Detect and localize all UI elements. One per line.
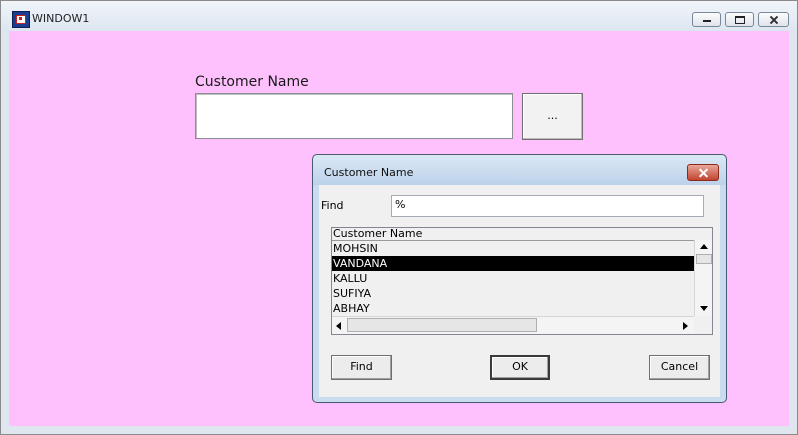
- customer-name-dialog: Customer Name Find % Customer Name MOHSI…: [312, 154, 727, 403]
- window-titlebar[interactable]: WINDOW1: [1, 1, 797, 31]
- dialog-body: Find % Customer Name MOHSIN VANDANA KALL…: [319, 185, 720, 397]
- list-item[interactable]: MOHSIN: [332, 241, 694, 256]
- list-column-header[interactable]: Customer Name: [332, 228, 695, 241]
- maximize-button[interactable]: [725, 12, 754, 27]
- list-item[interactable]: KALLU: [332, 271, 694, 286]
- cancel-button[interactable]: Cancel: [649, 355, 710, 380]
- horizontal-scroll-thumb[interactable]: [347, 318, 537, 332]
- find-input[interactable]: %: [391, 195, 704, 217]
- scrollbar-corner: [694, 316, 711, 333]
- dialog-close-button[interactable]: [687, 164, 719, 181]
- app-icon: [12, 11, 30, 28]
- window-title: WINDOW1: [32, 12, 90, 25]
- find-label: Find: [321, 199, 344, 212]
- ok-button[interactable]: OK: [490, 355, 550, 380]
- list-item[interactable]: SUFIYA: [332, 286, 694, 301]
- main-window: WINDOW1 Customer Name ... Customer Name …: [0, 0, 798, 435]
- horizontal-scrollbar[interactable]: [332, 316, 694, 334]
- list-rows: MOHSIN VANDANA KALLU SUFIYA ABHAY: [332, 241, 694, 316]
- dialog-title: Customer Name: [324, 166, 414, 179]
- scroll-up-arrow-icon[interactable]: [700, 244, 708, 249]
- scroll-right-arrow-icon[interactable]: [683, 322, 688, 330]
- customer-name-input[interactable]: [195, 93, 513, 139]
- scroll-down-arrow-icon[interactable]: [700, 306, 708, 311]
- minimize-button[interactable]: [692, 12, 721, 27]
- close-button[interactable]: [758, 12, 789, 27]
- list-item[interactable]: ABHAY: [332, 301, 694, 316]
- find-button[interactable]: Find: [331, 355, 392, 380]
- customer-name-label: Customer Name: [195, 74, 309, 90]
- customer-lookup-button[interactable]: ...: [522, 93, 583, 140]
- list-item-selected[interactable]: VANDANA: [332, 256, 694, 271]
- vertical-scroll-thumb[interactable]: [696, 254, 712, 264]
- vertical-scrollbar[interactable]: [694, 240, 712, 316]
- customer-list[interactable]: Customer Name MOHSIN VANDANA KALLU SUFIY…: [331, 227, 713, 335]
- dialog-titlebar[interactable]: Customer Name: [313, 155, 726, 185]
- scroll-left-arrow-icon[interactable]: [336, 322, 341, 330]
